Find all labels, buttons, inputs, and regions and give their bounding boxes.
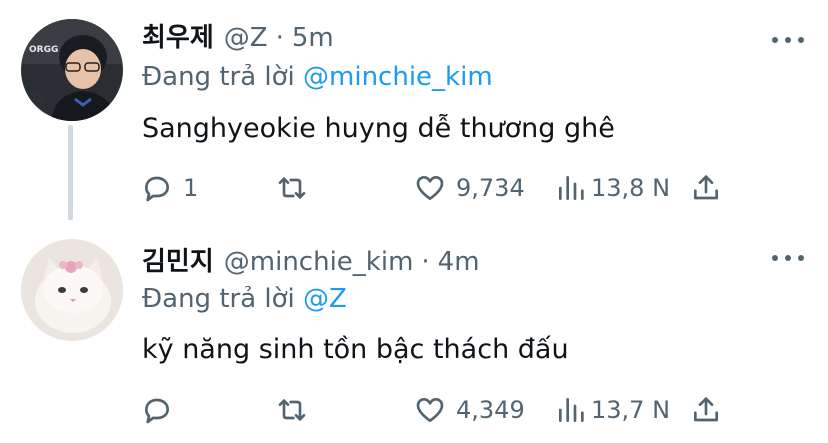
like-icon [416, 398, 444, 422]
tweet-header: 최우제 @Z · 5m [142, 17, 334, 53]
mention-link[interactable]: @Z [303, 284, 347, 314]
share-button[interactable] [690, 170, 722, 206]
like-icon [416, 176, 444, 200]
tweet-text: kỹ năng sinh tồn bậc thách đấu [142, 334, 569, 365]
share-icon [694, 175, 718, 200]
share-button[interactable] [690, 392, 722, 428]
avatar-logo-text: ORGG [29, 45, 58, 55]
timestamp[interactable]: 4m [438, 247, 480, 277]
timestamp[interactable]: 5m [292, 23, 334, 53]
views-icon [559, 176, 584, 200]
reply-icon [145, 176, 169, 202]
share-icon [694, 397, 718, 422]
like-count: 9,734 [456, 174, 525, 202]
reply-count: 1 [183, 174, 199, 202]
user-handle[interactable]: @minchie_kim [224, 247, 414, 277]
action-bar: 4,349 13,7 N [0, 392, 828, 428]
like-button[interactable]: 4,349 [414, 392, 525, 428]
retweet-icon [278, 177, 306, 199]
separator: · [275, 23, 284, 53]
display-name[interactable]: 최우제 [142, 17, 214, 54]
views-button[interactable]: 13,7 N [555, 392, 670, 428]
tweet-text: Sanghyeokie huyng dễ thương ghê [142, 113, 615, 144]
reply-thread: ORGG 최우제 @Z · 5m Đang trả lời @minchie_k… [0, 0, 828, 443]
retweet-button[interactable] [276, 392, 318, 428]
reply-button[interactable]: 1 [141, 170, 198, 206]
like-count: 4,349 [456, 396, 525, 424]
user-handle[interactable]: @Z [224, 23, 268, 53]
display-name[interactable]: 김민지 [142, 241, 214, 278]
tweet[interactable]: ORGG 최우제 @Z · 5m Đang trả lời @minchie_k… [0, 0, 828, 232]
views-count: 13,7 N [591, 396, 671, 424]
tweet-header: 김민지 @minchie_kim · 4m [142, 241, 480, 277]
replying-to: Đang trả lời @Z [142, 284, 347, 314]
mention-link[interactable]: @minchie_kim [303, 62, 493, 92]
replying-to: Đang trả lời @minchie_kim [142, 62, 493, 92]
views-button[interactable]: 13,8 N [555, 170, 670, 206]
like-button[interactable]: 9,734 [414, 170, 525, 206]
action-bar: 1 9,734 13,8 N [0, 170, 828, 206]
reply-icon [145, 398, 169, 424]
retweet-button[interactable] [276, 170, 318, 206]
separator: · [421, 247, 430, 277]
more-icon[interactable] [772, 252, 804, 264]
more-icon[interactable] [772, 34, 804, 46]
avatar[interactable]: ORGG [21, 19, 123, 121]
avatar[interactable] [21, 239, 123, 341]
views-icon [559, 398, 584, 422]
views-count: 13,8 N [591, 174, 671, 202]
replying-prefix: Đang trả lời [142, 284, 295, 314]
retweet-icon [278, 399, 306, 421]
replying-prefix: Đang trả lời [142, 62, 295, 92]
reply-button[interactable] [141, 392, 183, 428]
tweet[interactable]: 김민지 @minchie_kim · 4m Đang trả lời @Z kỹ… [0, 232, 828, 443]
